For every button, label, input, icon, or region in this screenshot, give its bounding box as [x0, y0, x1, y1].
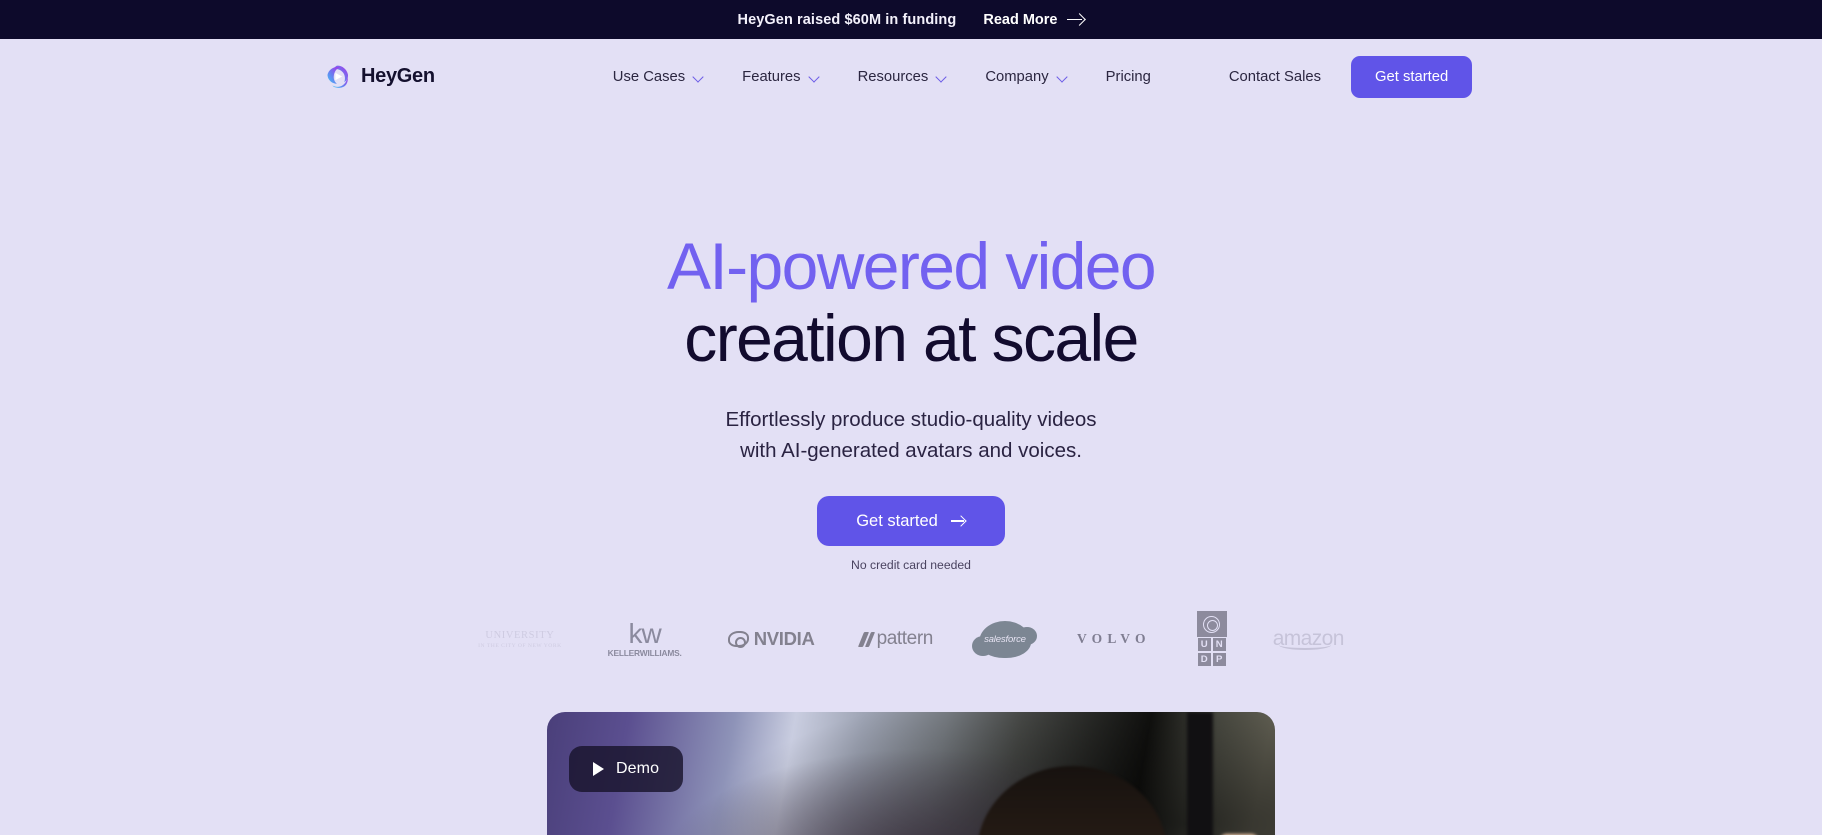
chevron-down-icon: [693, 73, 704, 80]
amazon-smile-icon: [1278, 640, 1331, 650]
cta-note: No credit card needed: [851, 558, 971, 572]
customer-logo-strip: UNIVERSITY IN THE CITY OF NEW YORK kw KE…: [0, 609, 1822, 669]
arrow-right-icon: [1067, 14, 1084, 26]
hero-subtitle: Effortlessly produce studio-quality vide…: [0, 404, 1822, 466]
undp-letter: D: [1196, 652, 1212, 667]
nav-links: Use Cases Features Resources Company Pri…: [613, 69, 1151, 85]
nvidia-eye-icon: [727, 631, 749, 648]
hero-title-line-1: AI-powered video: [666, 229, 1157, 303]
logo-kw-mark: kw: [628, 617, 662, 649]
logo-university-main: UNIVERSITY: [485, 629, 555, 641]
heygen-logo-icon: [327, 65, 349, 88]
nav-item-use-cases[interactable]: Use Cases: [613, 69, 704, 85]
nav-item-label: Resources: [857, 68, 929, 85]
demo-badge-label: Demo: [616, 760, 660, 777]
nav-actions: Contact Sales Get started: [1229, 55, 1473, 98]
announcement-text: HeyGen raised $60M in funding: [737, 11, 957, 28]
hero-section: AI-powered video creation at scale Effor…: [0, 114, 1822, 835]
nav-item-pricing[interactable]: Pricing: [1106, 69, 1151, 85]
logo-keller-williams: kw KELLERWILLIAMS.: [608, 611, 682, 667]
logo-nvidia: NVIDIA: [727, 611, 815, 667]
undp-globe-icon: [1196, 611, 1227, 637]
nav-item-resources[interactable]: Resources: [858, 69, 948, 85]
undp-letter: U: [1196, 637, 1212, 652]
announcement-bar: HeyGen raised $60M in funding Read More: [0, 0, 1822, 39]
main-navigation: HeyGen Use Cases Features Resources Comp…: [0, 39, 1822, 114]
undp-letter: P: [1211, 652, 1227, 667]
chevron-down-icon: [809, 73, 820, 80]
salesforce-cloud-icon: salesforce: [971, 620, 1037, 658]
nav-item-company[interactable]: Company: [985, 69, 1067, 85]
brand-logo[interactable]: HeyGen: [325, 64, 435, 89]
nav-item-label: Pricing: [1105, 68, 1151, 85]
logo-nvidia-label: NVIDIA: [753, 628, 815, 649]
page-title: AI-powered video creation at scale: [0, 230, 1822, 374]
logo-salesforce: salesforce: [971, 611, 1037, 667]
hero-subtitle-line-1: Effortlessly produce studio-quality vide…: [725, 408, 1097, 431]
hero-title-line-2: creation at scale: [684, 301, 1139, 375]
logo-pattern-label: pattern: [876, 628, 934, 649]
demo-video-thumbnail[interactable]: Demo: [547, 712, 1275, 835]
brand-name: HeyGen: [361, 65, 435, 87]
nav-get-started-button[interactable]: Get started: [1351, 55, 1473, 98]
logo-volvo: VOLVO: [1077, 611, 1151, 667]
logo-salesforce-label: salesforce: [984, 633, 1026, 645]
announcement-read-more-link[interactable]: Read More: [983, 12, 1084, 28]
hero-cta-group: Get started No credit card needed: [0, 496, 1822, 572]
logo-pattern: pattern: [857, 611, 934, 667]
chevron-down-icon: [936, 73, 947, 80]
hero-cta-label: Get started: [856, 511, 938, 530]
chevron-down-icon: [1057, 73, 1068, 80]
demo-badge[interactable]: Demo: [569, 746, 684, 792]
hero-get-started-button[interactable]: Get started: [817, 496, 1005, 546]
logo-columbia-university: UNIVERSITY IN THE CITY OF NEW YORK: [478, 611, 561, 667]
video-person-silhouette: [977, 766, 1167, 835]
nav-item-features[interactable]: Features: [742, 69, 819, 85]
read-more-label: Read More: [983, 11, 1058, 28]
logo-undp: U N D P: [1196, 611, 1227, 667]
nav-item-label: Features: [742, 68, 801, 85]
demo-video-section: Demo: [0, 712, 1822, 835]
play-icon: [593, 762, 604, 776]
hero-subtitle-line-2: with AI-generated avatars and voices.: [740, 439, 1082, 462]
pattern-slash-icon: [857, 631, 875, 647]
nav-item-label: Company: [985, 68, 1049, 85]
nav-item-label: Use Cases: [612, 68, 686, 85]
undp-letter: N: [1211, 637, 1227, 652]
logo-volvo-label: VOLVO: [1076, 631, 1151, 646]
arrow-right-icon: [950, 516, 966, 527]
logo-amazon: amazon: [1273, 611, 1344, 667]
contact-sales-link[interactable]: Contact Sales: [1229, 69, 1321, 85]
logo-kw-label: KELLERWILLIAMS.: [607, 647, 682, 658]
video-background-pillar: [1187, 712, 1213, 835]
logo-university-sub: IN THE CITY OF NEW YORK: [478, 642, 562, 649]
